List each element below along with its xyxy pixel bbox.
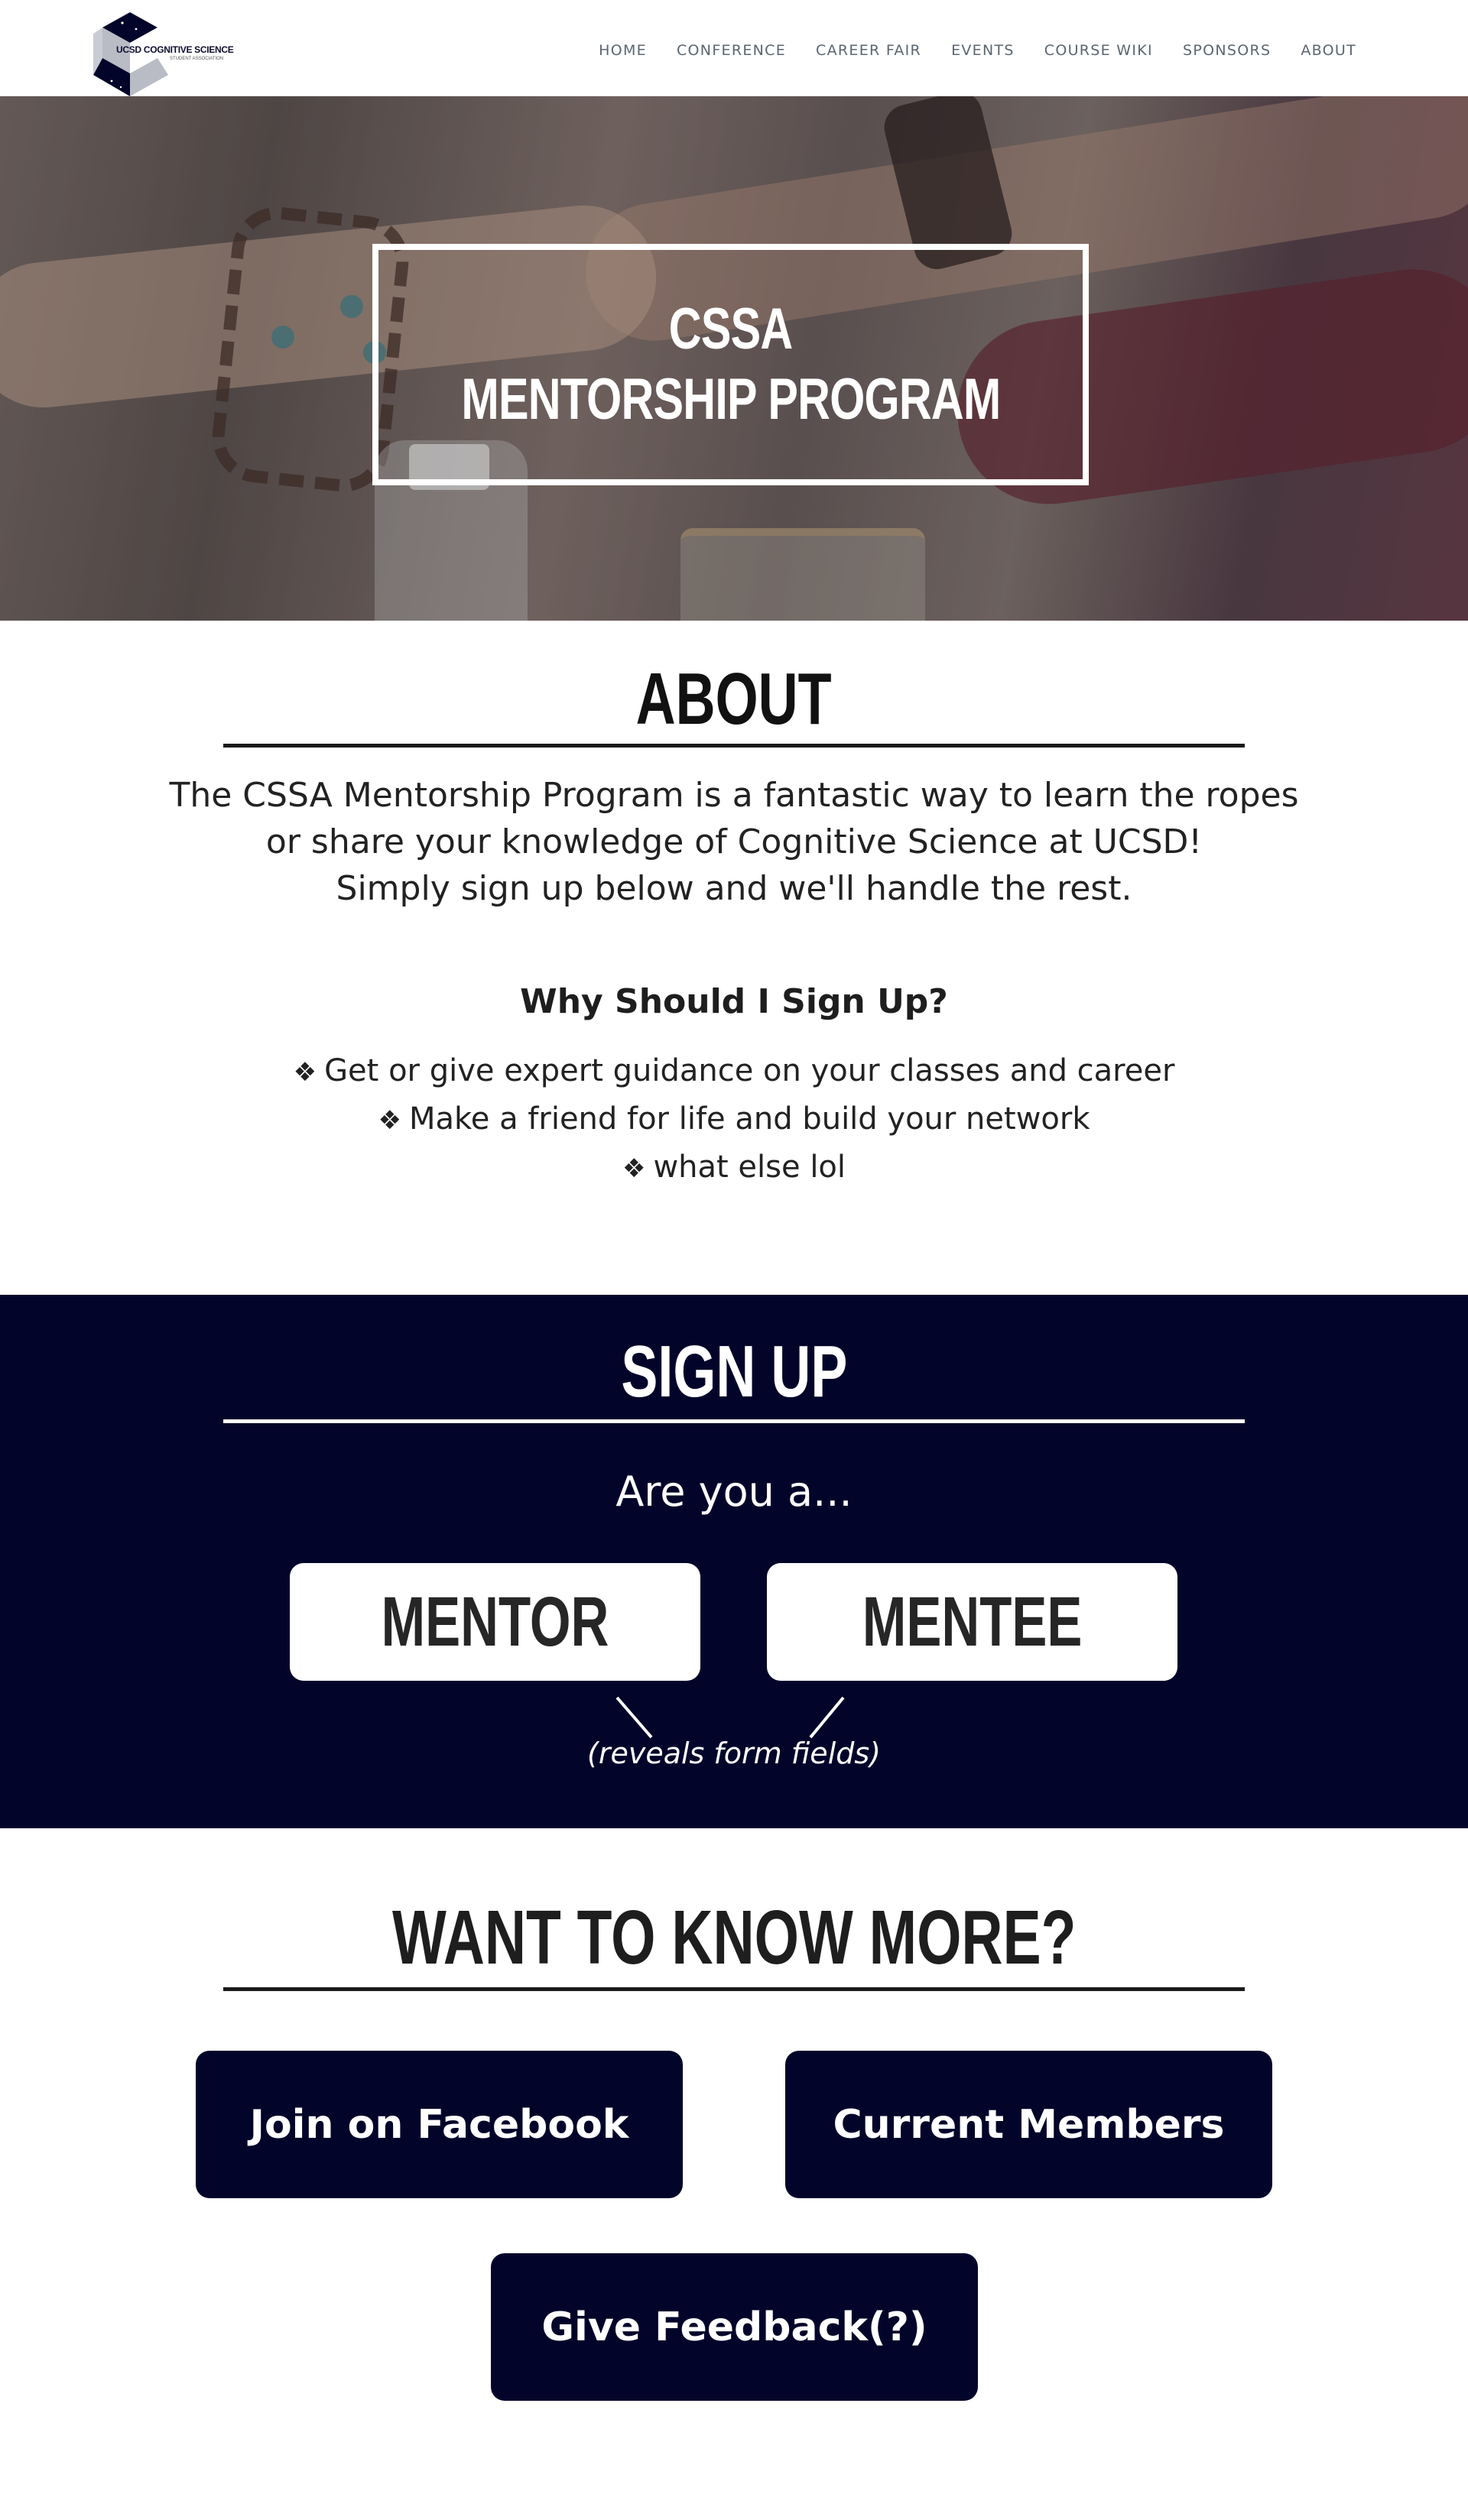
hero-title-line2: MENTORSHIP PROGRAM	[460, 367, 1001, 432]
hero-title-frame: CSSA MENTORSHIP PROGRAM	[372, 244, 1089, 485]
list-item: ❖ Make a friend for life and build your n…	[378, 1101, 1090, 1137]
about-divider	[223, 744, 1245, 748]
more-heading: WANT TO KNOW MORE?	[391, 1895, 1077, 1980]
why-heading: Why Should I Sign Up?	[520, 982, 948, 1021]
diamond-bullet-icon: ❖	[622, 1153, 646, 1184]
diamond-bullet-icon: ❖	[378, 1105, 401, 1136]
logo-subtitle: STUDENT ASSOCIATION	[170, 57, 224, 61]
nav-home[interactable]: HOME	[599, 42, 647, 59]
give-feedback-button[interactable]: Give Feedback(?)	[491, 2253, 978, 2401]
signup-heading: SIGN UP	[620, 1331, 848, 1412]
more-divider	[223, 1987, 1245, 1991]
about-line: The CSSA Mentorship Program is a fantast…	[169, 776, 1299, 815]
signup-divider	[223, 1419, 1245, 1423]
current-members-button[interactable]: Current Members	[785, 2051, 1272, 2198]
hexagon-logo-icon	[93, 12, 168, 96]
nav-conference[interactable]: CONFERENCE	[677, 42, 786, 59]
why-list: ❖ Get or give expert guidance on your cla…	[0, 1048, 1468, 1192]
hero-title-line1: CSSA	[668, 297, 793, 362]
about-line: Simply sign up below and we'll handle th…	[336, 869, 1132, 908]
main-menu: HOME CONFERENCE CAREER FAIR EVENTS COURS…	[599, 42, 1356, 59]
list-item: ❖ what else lol	[622, 1150, 846, 1185]
nav-about[interactable]: ABOUT	[1301, 42, 1356, 59]
mentee-button[interactable]: MENTEE	[767, 1563, 1177, 1681]
nav-course-wiki[interactable]: COURSE WIKI	[1044, 42, 1153, 59]
about-description: The CSSA Mentorship Program is a fantast…	[0, 772, 1468, 912]
list-item: ❖ Get or give expert guidance on your cla…	[293, 1053, 1175, 1088]
diamond-bullet-icon: ❖	[293, 1057, 317, 1088]
join-facebook-button[interactable]: Join on Facebook	[196, 2051, 683, 2198]
hint-pointer-lines-icon	[615, 1696, 845, 1739]
about-line: or share your knowledge of Cognitive Sci…	[265, 822, 1203, 861]
top-navbar: UCSD COGNITIVE SCIENCE STUDENT ASSOCIATI…	[0, 0, 1468, 96]
hero-banner: CSSA MENTORSHIP PROGRAM	[0, 96, 1468, 621]
logo-title: UCSD COGNITIVE SCIENCE	[116, 44, 234, 55]
mentor-button[interactable]: MENTOR	[290, 1563, 700, 1681]
nav-events[interactable]: EVENTS	[951, 42, 1015, 59]
nav-sponsors[interactable]: SPONSORS	[1183, 42, 1271, 59]
cssa-logo[interactable]: UCSD COGNITIVE SCIENCE STUDENT ASSOCIATI…	[86, 11, 234, 99]
about-heading: ABOUT	[636, 658, 832, 740]
reveal-hint: (reveals form fields)	[587, 1737, 881, 1770]
nav-career-fair[interactable]: CAREER FAIR	[816, 42, 921, 59]
signup-question: Are you a...	[615, 1468, 853, 1516]
